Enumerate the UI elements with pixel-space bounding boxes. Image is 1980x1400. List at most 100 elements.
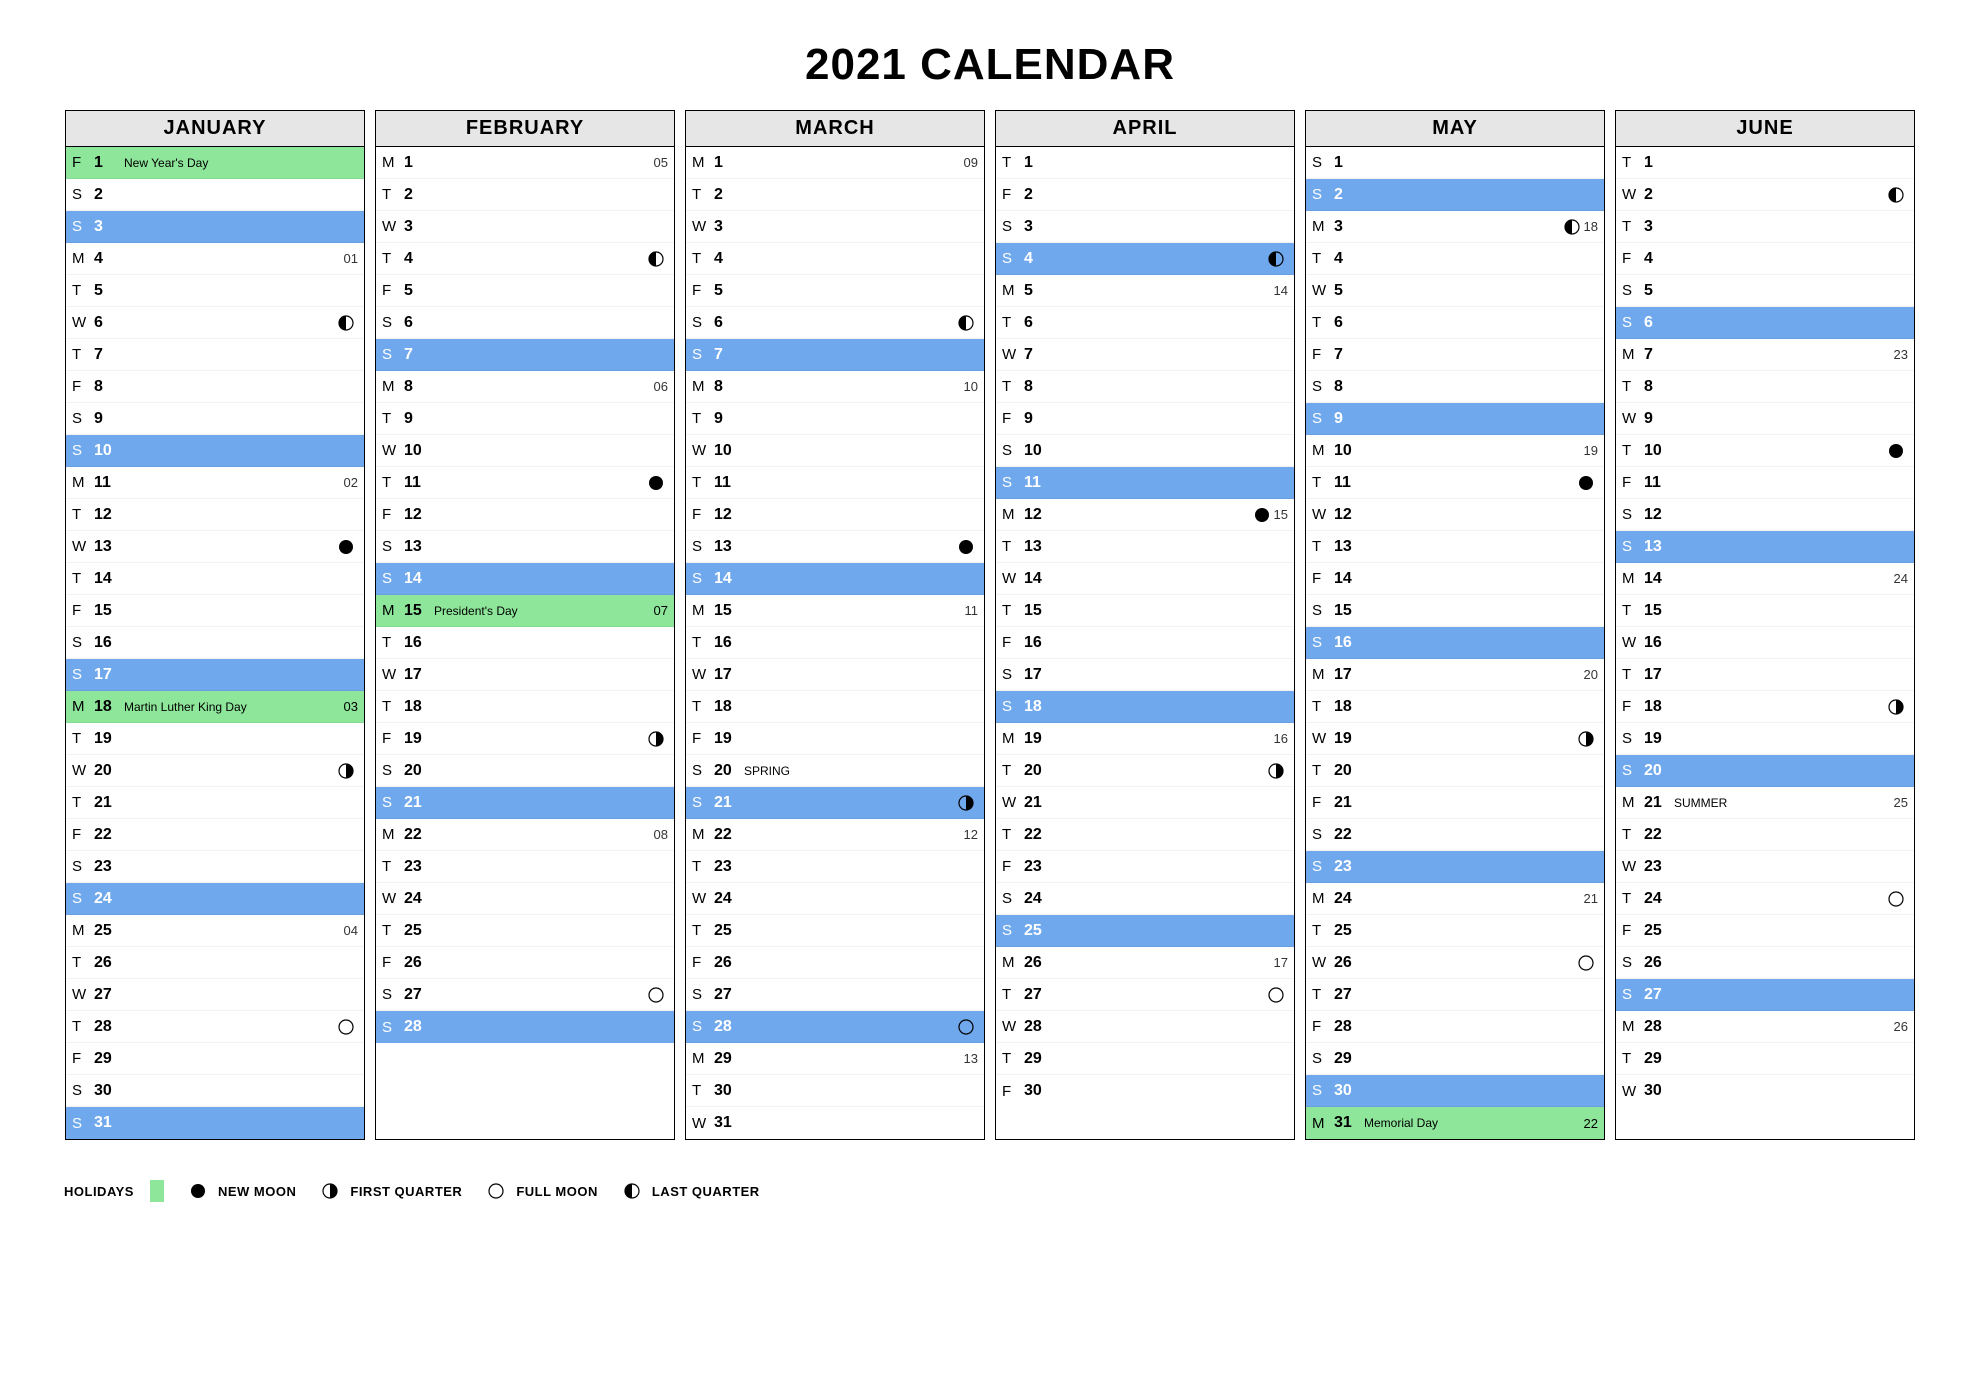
day-of-week: W (1002, 1018, 1024, 1035)
day-row: S24 (996, 883, 1294, 915)
day-number: 2 (404, 186, 432, 204)
day-number: 23 (404, 858, 432, 876)
day-number: 17 (1334, 666, 1362, 684)
day-of-week: T (692, 858, 714, 875)
day-of-week: W (1312, 506, 1334, 523)
day-number: 23 (1024, 858, 1052, 876)
day-number: 19 (1334, 730, 1362, 748)
day-number: 25 (1644, 922, 1672, 940)
day-row: F29 (66, 1043, 364, 1075)
month-column: FEBRUARYM105T2W3T4F5S6S7M806T9W10T11F12S… (375, 110, 675, 1140)
day-row: S13 (686, 531, 984, 563)
day-number: 13 (1334, 538, 1362, 556)
week-number: 26 (1894, 1019, 1908, 1034)
day-row: T28 (66, 1011, 364, 1043)
day-of-week: T (1622, 826, 1644, 843)
day-number: 13 (1024, 538, 1052, 556)
day-of-week: M (692, 602, 714, 619)
day-row: W20 (66, 755, 364, 787)
day-row: T10 (1616, 435, 1914, 467)
day-row: F23 (996, 851, 1294, 883)
day-number: 27 (1024, 986, 1052, 1004)
day-number: 30 (714, 1082, 742, 1100)
day-number: 4 (404, 250, 432, 268)
day-of-week: F (382, 730, 404, 747)
day-of-week: F (1622, 474, 1644, 491)
day-number: 12 (714, 506, 742, 524)
day-number: 30 (94, 1082, 122, 1100)
day-row: F16 (996, 627, 1294, 659)
day-of-week: W (382, 890, 404, 907)
last-moon-icon (1888, 187, 1904, 203)
day-row: T13 (1306, 531, 1604, 563)
day-row: F18 (1616, 691, 1914, 723)
day-of-week: S (1002, 890, 1024, 907)
day-number: 29 (1334, 1050, 1362, 1068)
day-of-week: S (382, 794, 404, 811)
day-number: 15 (1024, 602, 1052, 620)
day-of-week: W (382, 218, 404, 235)
day-of-week: S (1312, 1050, 1334, 1067)
full-moon-icon (338, 1019, 354, 1035)
day-of-week: F (382, 506, 404, 523)
week-number: 03 (344, 699, 358, 714)
day-of-week: T (1002, 1050, 1024, 1067)
day-number: 21 (94, 794, 122, 812)
day-of-week: W (1002, 346, 1024, 363)
day-row: W7 (996, 339, 1294, 371)
day-of-week: S (382, 1019, 404, 1036)
day-row: T5 (66, 275, 364, 307)
day-number: 8 (714, 378, 742, 396)
day-row: W9 (1616, 403, 1914, 435)
day-of-week: W (72, 538, 94, 555)
day-row: T18 (686, 691, 984, 723)
day-row: M1511 (686, 595, 984, 627)
day-row: M806 (376, 371, 674, 403)
day-number: 11 (404, 474, 432, 492)
holiday-swatch-icon (150, 1180, 164, 1202)
month-header: JANUARY (66, 111, 364, 147)
day-of-week: T (1312, 698, 1334, 715)
day-row: F5 (686, 275, 984, 307)
day-row: F26 (686, 947, 984, 979)
day-of-week: T (1312, 250, 1334, 267)
day-number: 18 (1024, 698, 1052, 716)
full-moon-icon (958, 1019, 974, 1035)
day-number: 22 (94, 826, 122, 844)
week-number: 09 (964, 155, 978, 170)
day-row: M2913 (686, 1043, 984, 1075)
day-of-week: S (1622, 538, 1644, 555)
day-number: 8 (94, 378, 122, 396)
day-number: 7 (1334, 346, 1362, 364)
day-of-week: S (1312, 634, 1334, 651)
day-row: W12 (1306, 499, 1604, 531)
day-number: 22 (714, 826, 742, 844)
day-row: T6 (996, 307, 1294, 339)
day-row: T22 (996, 819, 1294, 851)
day-row: W21 (996, 787, 1294, 819)
day-of-week: F (1622, 698, 1644, 715)
day-of-week: M (692, 378, 714, 395)
day-number: 26 (1644, 954, 1672, 972)
day-of-week: M (1312, 1115, 1334, 1132)
day-of-week: F (1002, 1083, 1024, 1100)
day-row: T25 (1306, 915, 1604, 947)
day-number: 20 (1024, 762, 1052, 780)
legend-holidays-label: HOLIDAYS (64, 1184, 134, 1199)
day-of-week: S (72, 218, 94, 235)
day-number: 2 (1024, 186, 1052, 204)
day-of-week: F (382, 282, 404, 299)
day-number: 15 (714, 602, 742, 620)
calendar-title: 2021 CALENDAR (60, 40, 1920, 90)
day-row: S13 (1616, 531, 1914, 563)
day-row: W10 (376, 435, 674, 467)
day-number: 8 (404, 378, 432, 396)
day-number: 18 (404, 698, 432, 716)
day-of-week: T (1312, 986, 1334, 1003)
day-row: S27 (686, 979, 984, 1011)
day-of-week: S (1312, 826, 1334, 843)
day-number: 20 (94, 762, 122, 780)
day-row: M2617 (996, 947, 1294, 979)
day-number: 25 (1024, 922, 1052, 940)
day-of-week: M (1002, 282, 1024, 299)
